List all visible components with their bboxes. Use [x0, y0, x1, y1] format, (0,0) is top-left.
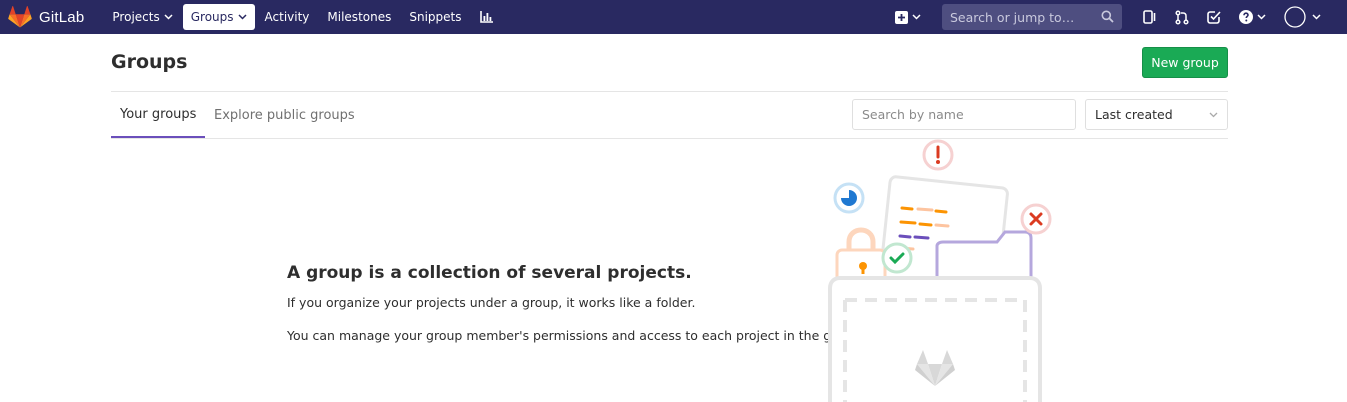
user-avatar-icon [1284, 6, 1306, 28]
empty-state-title: A group is a collection of several proje… [287, 263, 692, 283]
empty-groups-illustration [828, 139, 1052, 402]
top-navbar: GitLab Projects Groups Activity Mileston… [0, 0, 1347, 34]
nav-snippets-label: Snippets [409, 10, 462, 24]
nav-activity[interactable]: Activity [257, 4, 318, 30]
sort-selected-label: Last created [1095, 107, 1173, 122]
nav-groups-label: Groups [190, 10, 234, 24]
search-icon [1101, 10, 1114, 23]
chevron-down-icon [237, 14, 247, 20]
nav-groups[interactable]: Groups [182, 4, 255, 30]
brand-name: GitLab [39, 8, 85, 26]
empty-state-text: If you organize your projects under a gr… [287, 295, 696, 310]
filter-by-name-input[interactable] [852, 99, 1076, 130]
todo-icon [1207, 11, 1221, 24]
navbar-right [886, 0, 1347, 34]
chevron-down-icon [1312, 14, 1321, 20]
divider [111, 138, 1228, 139]
tab-explore-public-groups[interactable]: Explore public groups [205, 92, 364, 138]
gitlab-logo-icon [8, 6, 32, 28]
merge-request-icon [1175, 9, 1189, 25]
new-dropdown[interactable] [886, 10, 930, 24]
nav-milestones[interactable]: Milestones [319, 4, 399, 30]
merge-requests-link[interactable] [1166, 9, 1198, 25]
nav-activity-label: Activity [264, 10, 310, 24]
chevron-down-icon [1209, 112, 1218, 117]
tab-your-groups[interactable]: Your groups [111, 92, 206, 138]
issues-link[interactable] [1134, 10, 1166, 24]
new-group-button[interactable]: New group [1142, 47, 1228, 78]
nav-milestones-label: Milestones [327, 10, 392, 24]
nav-projects[interactable]: Projects [104, 4, 180, 30]
nav-analytics[interactable] [472, 4, 501, 30]
global-search [942, 4, 1122, 30]
nav-projects-label: Projects [112, 10, 160, 24]
global-search-input[interactable] [950, 9, 1090, 25]
page-title: Groups [111, 51, 188, 73]
issues-icon [1143, 10, 1156, 24]
todos-link[interactable] [1198, 10, 1230, 24]
chart-icon [479, 11, 493, 23]
empty-state-text: You can manage your group member's permi… [287, 328, 864, 343]
sort-dropdown[interactable]: Last created [1085, 99, 1228, 130]
help-dropdown[interactable] [1230, 10, 1275, 24]
user-menu[interactable] [1275, 6, 1347, 28]
chevron-down-icon [164, 14, 173, 20]
chevron-down-icon [912, 14, 921, 20]
nav-snippets[interactable]: Snippets [401, 4, 469, 30]
help-icon [1239, 10, 1253, 24]
gitlab-home-link[interactable]: GitLab [8, 6, 104, 28]
plus-square-icon [895, 10, 908, 24]
chevron-down-icon [1257, 14, 1266, 20]
